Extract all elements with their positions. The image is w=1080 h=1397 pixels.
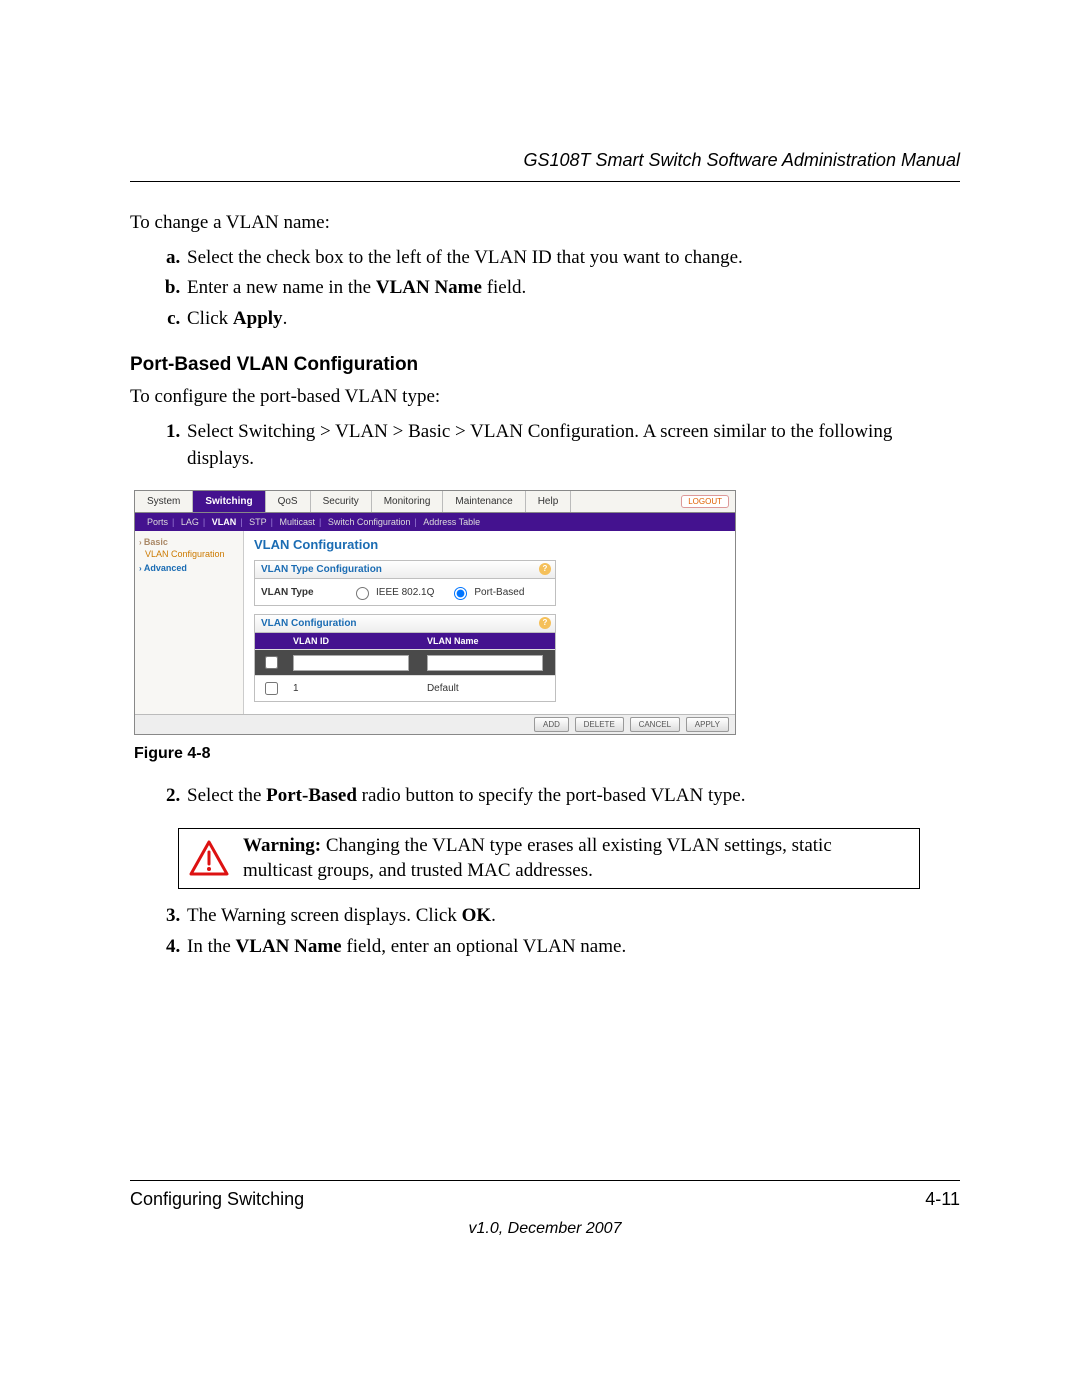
subtab-vlan[interactable]: VLAN: [212, 517, 237, 527]
section-heading: Port-Based VLAN Configuration: [130, 354, 960, 376]
radio-ieee8021q-label: IEEE 802.1Q: [376, 587, 434, 598]
subtab-address-table[interactable]: Address Table: [423, 517, 480, 527]
version-line: v1.0, December 2007: [130, 1220, 960, 1238]
lettered-steps: Select the check box to the left of the …: [130, 245, 960, 333]
vlan-table: VLAN ID VLAN Name 1 Default: [255, 633, 555, 701]
doc-header: GS108T Smart Switch Software Administrat…: [130, 150, 960, 182]
sidebar-basic[interactable]: Basic: [139, 537, 239, 547]
row-check[interactable]: [265, 682, 278, 695]
step-2: Select the Port-Based radio button to sp…: [185, 783, 960, 810]
step-4: In the VLAN Name field, enter an optiona…: [185, 934, 960, 961]
subtab-switch-config[interactable]: Switch Configuration: [328, 517, 411, 527]
figure-caption: Figure 4-8: [134, 745, 960, 763]
numbered-steps-3: The Warning screen displays. Click OK. I…: [130, 903, 960, 960]
subtab-stp[interactable]: STP: [249, 517, 267, 527]
step-4-bold: VLAN Name: [236, 936, 342, 957]
step-c-pre: Click: [187, 308, 233, 329]
col-check: [255, 633, 287, 650]
cell-vlan-name: Default: [421, 676, 555, 702]
step-b-bold: VLAN Name: [376, 277, 482, 298]
vlan-type-label: VLAN Type: [261, 587, 351, 598]
add-button[interactable]: ADD: [534, 717, 569, 732]
subtab-ports[interactable]: Ports: [147, 517, 168, 527]
step-2-pre: Select the: [187, 785, 266, 806]
top-tabbar: System Switching QoS Security Monitoring…: [135, 491, 735, 513]
cell-vlan-id: 1: [287, 676, 421, 702]
tab-maintenance[interactable]: Maintenance: [443, 491, 525, 512]
vlan-config-panel-title: VLAN Configuration: [261, 618, 357, 629]
vlan-config-panel: VLAN Configuration ? VLAN ID VLAN Name: [254, 614, 556, 702]
step-4-pre: In the: [187, 936, 236, 957]
numbered-steps: Select Switching > VLAN > Basic > VLAN C…: [130, 419, 960, 472]
step-3: The Warning screen displays. Click OK.: [185, 903, 960, 930]
warning-label: Warning:: [243, 835, 321, 856]
subtab-lag[interactable]: LAG: [181, 517, 199, 527]
tab-help[interactable]: Help: [526, 491, 572, 512]
page-title: VLAN Configuration: [254, 537, 725, 552]
vlan-type-panel-header: VLAN Type Configuration ?: [255, 561, 555, 579]
tab-security[interactable]: Security: [311, 491, 372, 512]
step-c-bold: Apply: [233, 308, 283, 329]
step-3-bold: OK: [462, 905, 492, 926]
warning-box: Warning: Changing the VLAN type erases a…: [178, 828, 920, 889]
logout-button[interactable]: LOGOUT: [681, 495, 729, 508]
main-panel: VLAN Configuration VLAN Type Configurati…: [244, 531, 735, 714]
tab-qos[interactable]: QoS: [266, 491, 311, 512]
table-input-row: [255, 650, 555, 676]
sidebar: Basic VLAN Configuration Advanced: [135, 531, 244, 714]
step-b: Enter a new name in the VLAN Name field.: [185, 275, 960, 302]
step-c: Click Apply.: [185, 306, 960, 333]
step-3-pre: The Warning screen displays. Click: [187, 905, 462, 926]
step-a: Select the check box to the left of the …: [185, 245, 960, 272]
footer-left: Configuring Switching: [130, 1189, 304, 1210]
footer-right: 4-11: [925, 1189, 960, 1210]
step-2-bold: Port-Based: [266, 785, 357, 806]
step-3-post: .: [491, 905, 496, 926]
button-bar: ADD DELETE CANCEL APPLY: [135, 714, 735, 734]
vlan-id-input[interactable]: [293, 655, 409, 671]
intro-text-1: To change a VLAN name:: [130, 210, 960, 237]
tab-monitoring[interactable]: Monitoring: [372, 491, 444, 512]
page-footer: Configuring Switching 4-11: [130, 1180, 960, 1210]
subtab-multicast[interactable]: Multicast: [279, 517, 315, 527]
vlan-name-input[interactable]: [427, 655, 543, 671]
step-2-post: radio button to specify the port-based V…: [357, 785, 746, 806]
apply-button[interactable]: APPLY: [686, 717, 729, 732]
warning-text: Warning: Changing the VLAN type erases a…: [243, 833, 832, 884]
tab-switching[interactable]: Switching: [193, 491, 265, 512]
sidebar-item-vlan-config[interactable]: VLAN Configuration: [145, 549, 239, 559]
help-icon[interactable]: ?: [539, 617, 551, 629]
warning-line2: multicast groups, and trusted MAC addres…: [243, 860, 593, 881]
radio-ieee8021q[interactable]: [356, 587, 369, 600]
sub-tabbar: Ports| LAG| VLAN| STP| Multicast| Switch…: [135, 513, 735, 531]
col-vlan-id: VLAN ID: [287, 633, 421, 650]
vlan-type-panel: VLAN Type Configuration ? VLAN Type IEEE…: [254, 560, 556, 606]
radio-port-based[interactable]: [454, 587, 467, 600]
tab-system[interactable]: System: [135, 491, 193, 512]
step-b-pre: Enter a new name in the: [187, 277, 376, 298]
vlan-type-panel-title: VLAN Type Configuration: [261, 564, 382, 575]
warning-icon: [189, 840, 229, 876]
screenshot-vlan-config: System Switching QoS Security Monitoring…: [134, 490, 736, 735]
table-row: 1 Default: [255, 676, 555, 702]
sidebar-advanced[interactable]: Advanced: [139, 563, 239, 573]
col-vlan-name: VLAN Name: [421, 633, 555, 650]
help-icon[interactable]: ?: [539, 563, 551, 575]
radio-port-based-label: Port-Based: [474, 587, 524, 598]
step-b-post: field.: [482, 277, 526, 298]
delete-button[interactable]: DELETE: [575, 717, 624, 732]
tab-spacer: [571, 491, 681, 512]
cancel-button[interactable]: CANCEL: [630, 717, 680, 732]
step-1: Select Switching > VLAN > Basic > VLAN C…: [185, 419, 960, 472]
step-4-post: field, enter an optional VLAN name.: [342, 936, 627, 957]
step-c-post: .: [283, 308, 288, 329]
intro-text-2: To configure the port-based VLAN type:: [130, 384, 960, 411]
check-all[interactable]: [265, 656, 278, 669]
warning-line1: Changing the VLAN type erases all existi…: [321, 835, 832, 856]
numbered-steps-2: Select the Port-Based radio button to sp…: [130, 783, 960, 810]
